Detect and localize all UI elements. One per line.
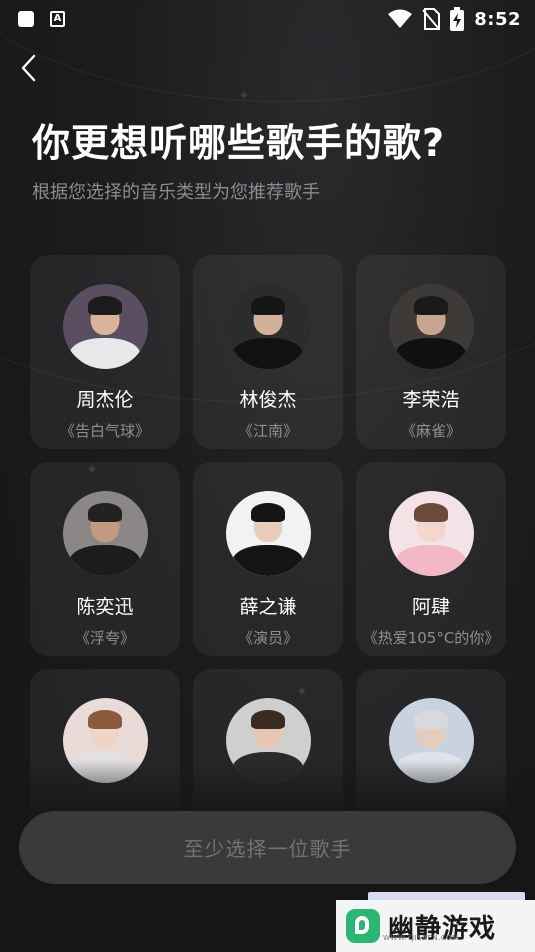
singer-song: 《告白气球》 bbox=[59, 422, 150, 440]
status-time: 8:52 bbox=[474, 8, 521, 30]
singer-avatar bbox=[388, 284, 474, 369]
singer-avatar bbox=[225, 491, 311, 576]
singer-song: 《江南》 bbox=[237, 422, 298, 440]
status-bar: A 8:52 bbox=[0, 0, 535, 38]
sparkle-icon: ✦ bbox=[238, 88, 250, 104]
no-sim-icon bbox=[422, 8, 441, 30]
singer-card[interactable]: 林俊杰 《江南》 bbox=[193, 255, 343, 449]
singer-name: 陈奕迅 bbox=[76, 596, 134, 618]
singer-name: 阿肆 bbox=[411, 596, 450, 618]
singer-song: 《浮夸》 bbox=[74, 629, 135, 647]
singer-card[interactable]: 陈奕迅 《浮夸》 bbox=[30, 462, 180, 656]
confirm-button[interactable]: 至少选择一位歌手 bbox=[19, 811, 516, 884]
singer-avatar bbox=[388, 491, 474, 576]
wifi-icon bbox=[388, 9, 413, 28]
singer-name: 薛之谦 bbox=[239, 596, 297, 618]
singer-card[interactable]: 阿肆 《热爱105°C的你》 bbox=[356, 462, 506, 656]
singer-name: 林俊杰 bbox=[239, 389, 297, 411]
back-button[interactable] bbox=[14, 52, 46, 84]
watermark: 幽静游戏 bbox=[336, 900, 535, 952]
singer-avatar bbox=[62, 284, 148, 369]
chevron-left-icon bbox=[21, 54, 36, 82]
watermark-subtext: WWW.YJISREN.COM bbox=[383, 934, 459, 942]
singer-avatar bbox=[225, 284, 311, 369]
singer-song: 《麻雀》 bbox=[400, 422, 461, 440]
singer-song: 《热爱105°C的你》 bbox=[362, 629, 500, 647]
singer-card[interactable]: 薛之谦 《演员》 bbox=[193, 462, 343, 656]
singer-card[interactable]: 李荣浩 《麻雀》 bbox=[356, 255, 506, 449]
singer-card[interactable]: 周杰伦 《告白气球》 bbox=[30, 255, 180, 449]
a-box-icon: A bbox=[50, 11, 65, 27]
square-icon bbox=[18, 11, 34, 27]
singer-avatar bbox=[62, 491, 148, 576]
singer-song: 《演员》 bbox=[237, 629, 298, 647]
watermark-logo-icon bbox=[346, 909, 380, 943]
singer-name: 周杰伦 bbox=[76, 389, 134, 411]
singer-name: 李荣浩 bbox=[402, 389, 460, 411]
page-subtitle: 根据您选择的音乐类型为您推荐歌手 bbox=[32, 182, 320, 203]
app-screen: ✦ ✦ ✦ A 8:52 你更想听哪些歌手的歌? 根据您选择的音乐类型为您推荐歌… bbox=[0, 0, 535, 952]
page-title: 你更想听哪些歌手的歌? bbox=[32, 121, 446, 165]
battery-charging-icon bbox=[450, 7, 465, 31]
